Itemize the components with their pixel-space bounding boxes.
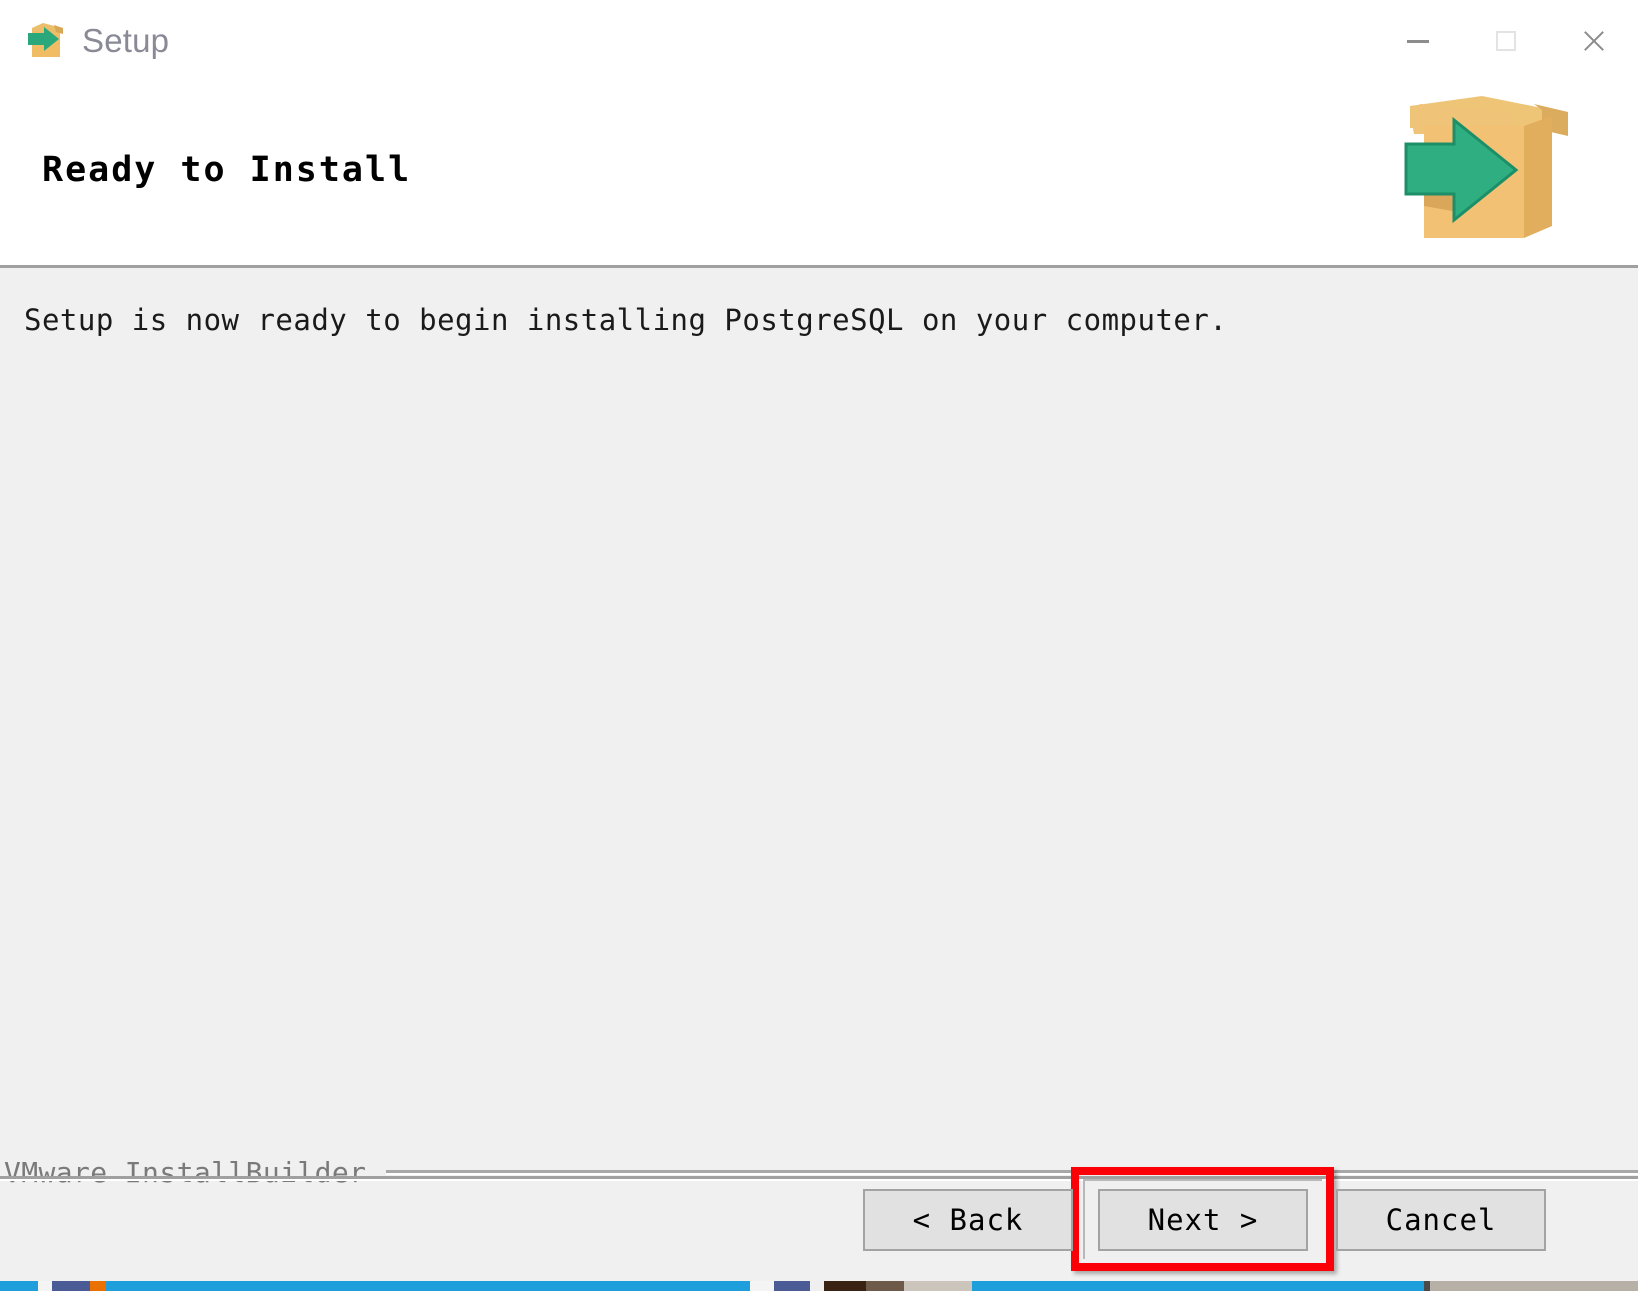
ready-message: Setup is now ready to begin installing P… (24, 303, 1228, 337)
dialog-body: Setup is now ready to begin installing P… (0, 268, 1638, 1136)
taskbar-segment (866, 1281, 904, 1291)
minimize-button[interactable] (1374, 0, 1462, 82)
taskbar-segment (0, 1281, 38, 1291)
taskbar-segment (972, 1281, 1424, 1291)
footer-divider-highlight (0, 1179, 1638, 1181)
maximize-icon (1496, 31, 1516, 51)
button-bar: < Back Next > Cancel (0, 1167, 1638, 1281)
dialog-footer: VMware InstallBuilder < Back Next > Canc… (0, 1136, 1638, 1281)
window-controls (1374, 0, 1638, 82)
taskbar-segment (904, 1281, 972, 1291)
minimize-icon (1407, 39, 1429, 43)
installbuilder-box-arrow-logo (1392, 94, 1582, 246)
setup-box-arrow-icon (26, 19, 68, 61)
close-button[interactable] (1550, 0, 1638, 82)
page-title: Ready to Install (42, 150, 412, 190)
window-title: Setup (82, 21, 170, 59)
taskbar-segment (750, 1281, 774, 1291)
taskbar-segment (810, 1281, 824, 1291)
title-bar: Setup (0, 0, 1638, 82)
dialog-header: Ready to Install (0, 82, 1638, 265)
taskbar-segment (38, 1281, 52, 1291)
back-button[interactable]: < Back (863, 1189, 1073, 1251)
cancel-button[interactable]: Cancel (1336, 1189, 1546, 1251)
brand-divider (386, 1169, 1638, 1175)
taskbar-segment (106, 1281, 750, 1291)
desktop-taskbar-sliver (0, 1281, 1638, 1291)
taskbar-segment (52, 1281, 90, 1291)
taskbar-segment (90, 1281, 106, 1291)
taskbar-segment (1430, 1281, 1638, 1291)
setup-window: Setup Ready to Install Setup is now read… (0, 0, 1638, 1281)
close-icon (1581, 28, 1607, 54)
brand-label: VMware InstallBuilder (4, 1155, 367, 1189)
brand-row: VMware InstallBuilder (0, 1150, 1638, 1194)
next-button[interactable]: Next > (1098, 1189, 1308, 1251)
maximize-button[interactable] (1462, 0, 1550, 82)
taskbar-segment (774, 1281, 810, 1291)
title-bar-left: Setup (26, 10, 169, 70)
taskbar-segment (824, 1281, 866, 1291)
